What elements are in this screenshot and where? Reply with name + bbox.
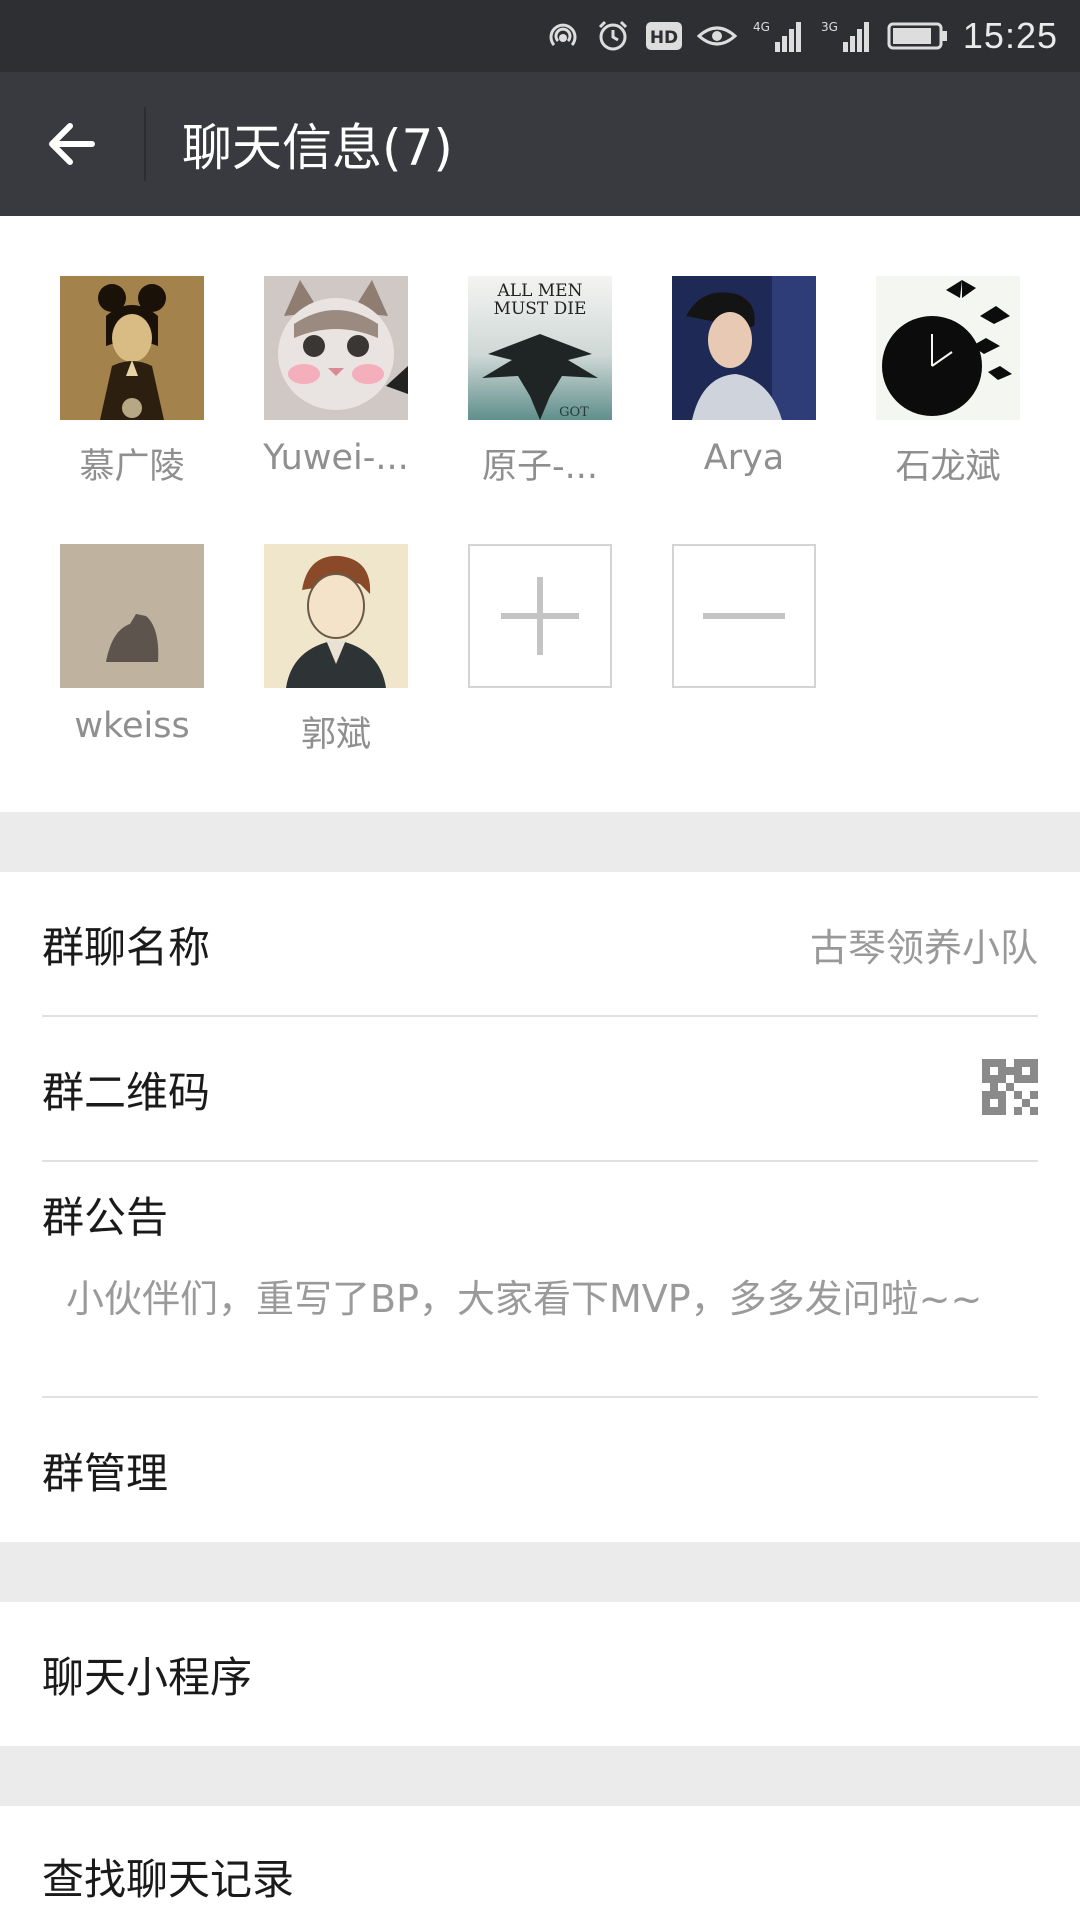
nav-bar: 聊天信息(7) <box>0 72 1080 216</box>
group-manage-label: 群管理 <box>42 1448 169 1498</box>
section-gap <box>0 812 1080 872</box>
svg-text:HD: HD <box>650 28 678 48</box>
avatar <box>60 544 204 688</box>
svg-text:3G: 3G <box>821 20 838 34</box>
member-item[interactable]: Yuwei-... <box>236 276 436 478</box>
svg-text:ALL MEN: ALL MEN <box>497 281 583 301</box>
arrow-left-icon <box>49 123 95 165</box>
svg-text:4G: 4G <box>753 20 770 34</box>
avatar <box>60 276 204 420</box>
svg-text:GOT: GOT <box>559 405 589 420</box>
mini-program-label: 聊天小程序 <box>42 1652 253 1702</box>
qr-code-icon <box>982 1059 1038 1119</box>
remove-member-button[interactable] <box>672 544 816 688</box>
back-button[interactable] <box>0 72 144 216</box>
mini-program-row[interactable]: 聊天小程序 <box>0 1602 1080 1746</box>
member-item[interactable]: wkeiss <box>32 544 232 746</box>
member-name: 原子-... <box>481 447 598 487</box>
member-name: 慕广陵 <box>79 447 185 487</box>
group-qr-row[interactable]: 群二维码 <box>0 1017 1080 1161</box>
member-item[interactable]: 慕广陵 <box>32 276 232 489</box>
group-name-value: 古琴领养小队 <box>809 925 1038 970</box>
member-name: Arya <box>703 438 785 478</box>
member-item[interactable]: 石龙斌 <box>848 276 1048 489</box>
member-item[interactable]: ALL MEN MUST DIE GOT 原子-... <box>440 276 640 489</box>
add-member-item[interactable] <box>440 544 640 688</box>
search-history-label: 查找聊天记录 <box>42 1855 295 1904</box>
member-grid: 慕广陵 Yuwei-... ALL MEN MUST DIE GOT 原子-..… <box>0 216 1080 812</box>
minus-icon <box>703 613 785 619</box>
member-item[interactable]: Arya <box>644 276 844 478</box>
search-history-row[interactable]: 查找聊天记录 <box>0 1806 1080 1920</box>
member-name: 郭斌 <box>300 715 371 755</box>
page-title: 聊天信息(7) <box>182 119 453 177</box>
avatar: ALL MEN MUST DIE GOT <box>468 276 612 420</box>
status-time: 15:25 <box>962 15 1058 56</box>
eye-icon <box>696 20 737 52</box>
group-name-label: 群聊名称 <box>42 922 211 972</box>
group-notice-row[interactable]: 群公告 小伙伴们，重写了BP，大家看下MVP，多多发问啦~~ <box>0 1162 1080 1396</box>
avatar <box>264 544 408 688</box>
member-name: Yuwei-... <box>263 438 409 478</box>
add-member-button[interactable] <box>468 544 612 688</box>
section-gap <box>0 1746 1080 1806</box>
group-manage-row[interactable]: 群管理 <box>0 1398 1080 1542</box>
alarm-icon <box>595 18 631 54</box>
section-gap <box>0 1542 1080 1602</box>
group-name-row[interactable]: 群聊名称 古琴领养小队 <box>0 872 1080 1016</box>
plus-icon <box>501 577 579 655</box>
signal-3g-icon: 3G <box>819 18 873 54</box>
svg-text:MUST DIE: MUST DIE <box>494 299 587 319</box>
member-item[interactable]: 郭斌 <box>236 544 436 757</box>
nav-divider <box>144 107 146 181</box>
member-name: wkeiss <box>74 706 190 746</box>
avatar <box>264 276 408 420</box>
group-notice-text: 小伙伴们，重写了BP，大家看下MVP，多多发问啦~~ <box>66 1277 983 1321</box>
avatar <box>672 276 816 420</box>
remove-member-item[interactable] <box>644 544 844 688</box>
member-name: 石龙斌 <box>895 447 1001 487</box>
group-notice-label: 群公告 <box>42 1193 169 1242</box>
avatar <box>876 276 1020 420</box>
hotspot-icon <box>545 18 581 54</box>
signal-4g-icon: 4G <box>751 18 805 54</box>
hd-icon: HD <box>645 20 683 52</box>
status-bar: HD 4G 3G 15:25 <box>0 0 1080 72</box>
battery-icon <box>887 20 949 52</box>
group-qr-label: 群二维码 <box>42 1067 211 1117</box>
